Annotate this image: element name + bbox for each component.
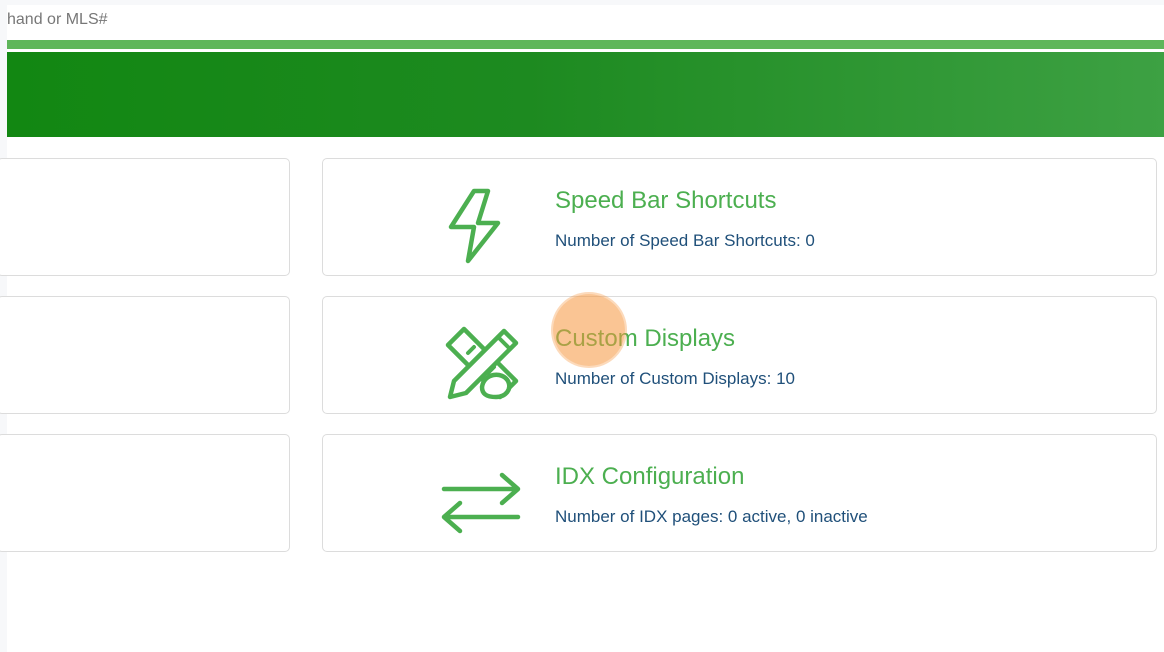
- card-title[interactable]: Speed Bar Shortcuts: [555, 187, 776, 215]
- card-subtitle: Number of Custom Displays: 10: [555, 369, 795, 388]
- left-card-3[interactable]: [0, 434, 290, 552]
- card-title[interactable]: IDX Configuration: [555, 463, 744, 491]
- card-subtitle: Number of Speed Bar Shortcuts: 0: [555, 231, 815, 250]
- speed-bar-shortcuts-card[interactable]: Speed Bar Shortcuts Number of Speed Bar …: [322, 158, 1157, 276]
- search-bar: [7, 5, 1164, 40]
- header-banner: [7, 52, 1164, 137]
- search-input[interactable]: [7, 5, 607, 35]
- custom-displays-card[interactable]: Custom Displays Number of Custom Display…: [322, 296, 1157, 414]
- design-tools-icon: [445, 326, 519, 400]
- page: Speed Bar Shortcuts Number of Speed Bar …: [0, 5, 1164, 652]
- card-subtitle: Number of IDX pages: 0 active, 0 inactiv…: [555, 507, 868, 526]
- card-title[interactable]: Custom Displays: [555, 325, 735, 353]
- swap-arrows-icon: [441, 472, 521, 534]
- idx-configuration-card[interactable]: IDX Configuration Number of IDX pages: 0…: [322, 434, 1157, 552]
- left-card-1[interactable]: [0, 158, 290, 276]
- header-accent-line: [7, 40, 1164, 52]
- lightning-bolt-icon: [448, 188, 501, 264]
- left-card-2[interactable]: [0, 296, 290, 414]
